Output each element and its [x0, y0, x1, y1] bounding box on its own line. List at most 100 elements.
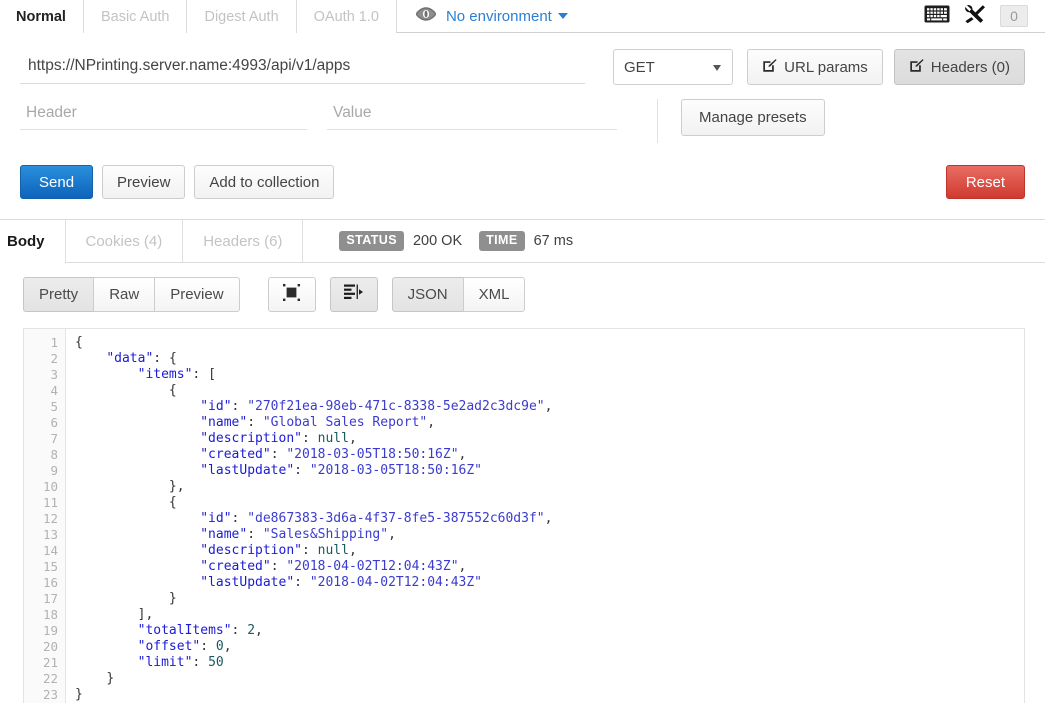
tab-basic-auth-label: Basic Auth	[100, 8, 170, 25]
tab-digest-auth-label: Digest Auth	[204, 8, 279, 25]
line-number: 6	[50, 415, 58, 430]
header-value-input[interactable]	[327, 99, 617, 130]
line-number: 7	[50, 431, 58, 446]
line-number: 5	[50, 399, 58, 414]
eye-icon[interactable]	[415, 6, 437, 26]
line-number: 18	[42, 607, 58, 622]
url-row: GET URL params	[20, 33, 1025, 85]
line-number: 20	[42, 639, 58, 654]
format-raw-button[interactable]: Raw	[93, 277, 156, 312]
manage-presets-label: Manage presets	[699, 109, 807, 126]
line-number: 12	[42, 511, 58, 526]
send-label: Send	[39, 173, 75, 191]
time-value: 67 ms	[533, 233, 574, 249]
response-tab-bar: Body Cookies (4) Headers (6) STATUS 200 …	[0, 220, 1045, 263]
edit-square-icon	[909, 58, 924, 77]
url-params-button[interactable]: URL params	[747, 49, 883, 85]
tab-body[interactable]: Body	[0, 220, 66, 263]
lang-xml-button[interactable]: XML	[462, 277, 526, 312]
header-row: Manage presets	[20, 99, 1025, 143]
tab-oauth-1[interactable]: OAuth 1.0	[295, 0, 397, 33]
environment-zone: No environment	[397, 0, 568, 32]
line-number: 11	[42, 495, 58, 510]
lang-button-group: JSON XML	[391, 277, 526, 312]
environment-label: No environment	[445, 7, 552, 25]
tab-basic-auth[interactable]: Basic Auth	[82, 0, 188, 33]
line-number: 8	[50, 447, 58, 462]
tools-icon[interactable]	[964, 4, 986, 29]
line-number: 3	[50, 367, 58, 382]
format-button-group: Pretty Raw Preview	[23, 277, 240, 312]
format-pretty-label: Pretty	[39, 286, 79, 303]
line-number: 9	[50, 463, 58, 478]
send-button[interactable]: Send	[20, 165, 94, 199]
tab-oauth-1-label: OAuth 1.0	[313, 8, 379, 25]
request-url-input[interactable]	[20, 50, 585, 84]
response-body-viewer[interactable]: 1 2 3 4 5 6 7 8 9 10 11 12 13 14 15 16 17 18 19 20 21 22 23 { …	[23, 328, 1025, 703]
chevron-down-icon	[713, 65, 722, 71]
tab-cookies-label: Cookies (4)	[85, 232, 163, 250]
line-number: 10	[42, 479, 58, 494]
lang-xml-label: XML	[478, 286, 510, 303]
lang-json-label: JSON	[407, 286, 448, 303]
preview-label: Preview	[117, 173, 171, 191]
tab-body-label: Body	[7, 232, 45, 250]
line-number: 14	[42, 543, 58, 558]
format-raw-label: Raw	[109, 286, 140, 303]
chevron-down-icon	[557, 13, 568, 19]
header-name-input[interactable]	[20, 99, 307, 130]
format-preview-label: Preview	[170, 286, 224, 303]
line-number: 16	[42, 575, 58, 590]
tab-headers-label: Headers (6)	[203, 232, 283, 250]
status-value: 200 OK	[412, 233, 463, 249]
format-preview-button[interactable]: Preview	[154, 277, 240, 312]
wrap-lines-button[interactable]	[329, 277, 378, 312]
http-method-value: GET	[624, 58, 655, 76]
headers-button-label: Headers (0)	[930, 58, 1010, 76]
tab-cookies[interactable]: Cookies (4)	[64, 220, 184, 262]
line-number: 15	[42, 559, 58, 574]
line-number: 23	[42, 687, 58, 702]
response-body-code[interactable]: { "data": { "items": [ { "id": "270f21ea…	[66, 329, 1024, 703]
line-number: 2	[50, 351, 58, 366]
reset-label: Reset	[965, 173, 1005, 191]
rest-client-window: Normal Basic Auth Digest Auth OAuth 1.0	[0, 0, 1045, 720]
request-actions: Send Preview Add to collection Reset	[20, 165, 1025, 219]
tab-normal[interactable]: Normal	[0, 0, 84, 34]
headers-button[interactable]: Headers (0)	[893, 49, 1025, 85]
edit-square-icon	[762, 58, 777, 77]
request-count-badge[interactable]: 0	[1000, 5, 1028, 27]
format-pretty-button[interactable]: Pretty	[23, 277, 95, 312]
tab-normal-label: Normal	[16, 8, 66, 25]
line-number: 1	[50, 335, 58, 350]
fullscreen-button[interactable]	[267, 277, 316, 312]
status-badge: STATUS	[339, 231, 404, 251]
reset-button[interactable]: Reset	[945, 165, 1025, 199]
request-panel: GET URL params	[0, 33, 1045, 219]
lang-json-button[interactable]: JSON	[391, 277, 464, 312]
response-toolbar: Pretty Raw Preview JSON XML	[0, 263, 1045, 312]
line-number: 21	[42, 655, 58, 670]
fullscreen-icon	[283, 284, 301, 305]
fullscreen-button-group	[267, 277, 316, 312]
keyboard-icon[interactable]	[924, 5, 950, 28]
wrap-lines-icon	[344, 284, 364, 305]
manage-presets-button[interactable]: Manage presets	[681, 99, 825, 136]
line-number-gutter: 1 2 3 4 5 6 7 8 9 10 11 12 13 14 15 16 17 18 19 20 21 22 23	[24, 329, 66, 703]
tab-digest-auth[interactable]: Digest Auth	[186, 0, 297, 33]
time-badge: TIME	[479, 231, 525, 251]
auth-tabs: Normal Basic Auth Digest Auth OAuth 1.0	[0, 0, 397, 34]
environment-selector[interactable]: No environment	[446, 8, 568, 25]
wrap-button-group	[329, 277, 378, 312]
response-meta: STATUS 200 OK TIME 67 ms	[303, 220, 581, 262]
add-to-collection-label: Add to collection	[209, 173, 320, 191]
tab-headers[interactable]: Headers (6)	[182, 220, 304, 262]
line-number: 4	[50, 383, 58, 398]
add-to-collection-button[interactable]: Add to collection	[194, 165, 335, 199]
preview-button[interactable]: Preview	[102, 165, 186, 199]
vertical-divider	[657, 99, 658, 143]
http-method-select[interactable]: GET	[613, 49, 734, 85]
url-params-label: URL params	[784, 58, 868, 76]
line-number: 13	[42, 527, 58, 542]
auth-tab-bar: Normal Basic Auth Digest Auth OAuth 1.0	[0, 0, 1045, 34]
